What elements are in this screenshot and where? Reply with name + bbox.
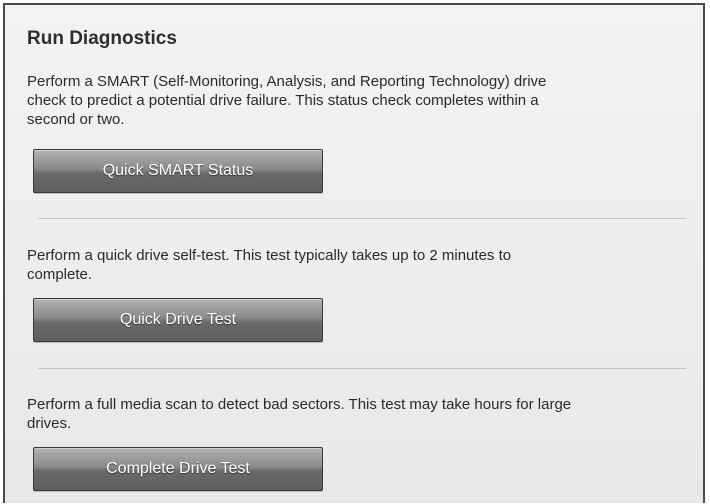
panel-title: Run Diagnostics <box>27 28 177 49</box>
smart-status-description: Perform a SMART (Self-Monitoring, Analys… <box>27 72 697 129</box>
description-line: Perform a full media scan to detect bad … <box>27 396 572 413</box>
quick-drive-test-button[interactable]: Quick Drive Test <box>33 298 323 342</box>
complete-drive-test-button[interactable]: Complete Drive Test <box>33 447 323 491</box>
description-line: drives. <box>27 415 72 432</box>
description-line: Perform a quick drive self-test. This te… <box>27 247 512 264</box>
quick-drive-test-description: Perform a quick drive self-test. This te… <box>27 246 697 284</box>
description-line: complete. <box>27 266 93 283</box>
run-diagnostics-panel: Run Diagnostics Perform a SMART (Self-Mo… <box>3 3 705 503</box>
section-divider <box>38 218 686 219</box>
quick-smart-status-button[interactable]: Quick SMART Status <box>33 149 323 193</box>
description-line: Perform a SMART (Self-Monitoring, Analys… <box>27 73 547 90</box>
section-divider <box>38 368 686 369</box>
complete-drive-test-description: Perform a full media scan to detect bad … <box>27 395 697 433</box>
description-line: check to predict a potential drive failu… <box>27 92 539 109</box>
description-line: second or two. <box>27 111 125 128</box>
